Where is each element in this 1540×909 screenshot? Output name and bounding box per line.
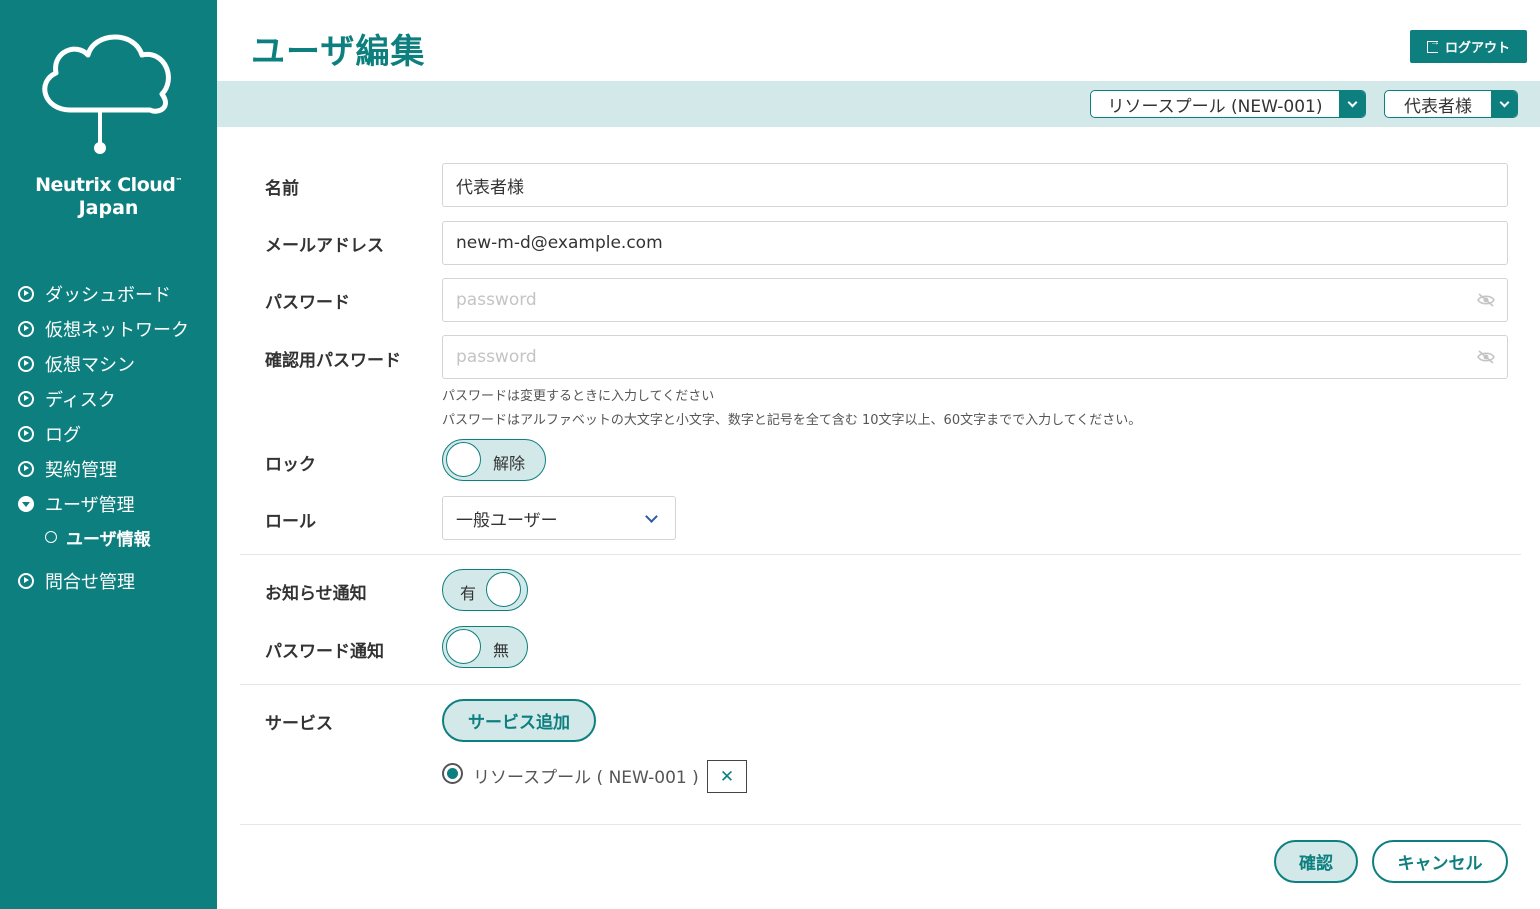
sidebar-item-virtual-machine[interactable]: 仮想マシン [18, 346, 217, 381]
cancel-button[interactable]: キャンセル [1372, 840, 1508, 883]
notice-label: お知らせ通知 [265, 584, 367, 604]
eye-slash-icon[interactable] [1477, 350, 1495, 364]
toggle-knob [486, 572, 521, 607]
logout-icon [1426, 37, 1440, 53]
section-divider [240, 554, 1521, 555]
confirm-password-input[interactable]: password [442, 335, 1508, 379]
email-label: メールアドレス [265, 236, 384, 256]
lock-toggle[interactable]: 解除 [442, 439, 546, 481]
sidebar: Neutrix Cloud™ Japan ダッシュボード 仮想ネットワーク 仮想… [0, 0, 217, 909]
notice-toggle[interactable]: 有 [442, 569, 528, 611]
service-label: サービス [265, 714, 333, 734]
add-service-button[interactable]: サービス追加 [442, 699, 596, 742]
circle-play-icon [18, 355, 34, 372]
name-label: 名前 [265, 179, 299, 199]
confirm-password-label: 確認用パスワード [265, 351, 401, 371]
password-hint-change: パスワードは変更するときに入力してください [442, 389, 715, 404]
sidebar-item-log[interactable]: ログ [18, 416, 217, 451]
circle-play-icon [18, 425, 34, 442]
section-divider [240, 824, 1521, 825]
sidebar-nav: ダッシュボード 仮想ネットワーク 仮想マシン ディスク ログ 契約管理 ユーザ管… [18, 276, 217, 598]
sidebar-subitem-user-info[interactable]: ユーザ情報 [18, 521, 217, 553]
circle-outline-icon [45, 531, 57, 543]
sidebar-item-virtual-network[interactable]: 仮想ネットワーク [18, 311, 217, 346]
page-title: ユーザ編集 [251, 32, 426, 72]
chevron-down-icon [1491, 91, 1517, 117]
sidebar-item-disk[interactable]: ディスク [18, 381, 217, 416]
name-input[interactable]: 代表者様 [442, 163, 1508, 207]
password-input[interactable]: password [442, 278, 1508, 322]
sidebar-item-dashboard[interactable]: ダッシュボード [18, 276, 217, 311]
password-label: パスワード [265, 293, 350, 313]
lock-label: ロック [265, 455, 316, 475]
brand-name: Neutrix Cloud™ [35, 174, 182, 196]
toggle-knob [446, 442, 481, 477]
eye-slash-icon[interactable] [1477, 293, 1495, 307]
circle-play-icon [18, 390, 34, 407]
role-label: ロール [265, 512, 316, 532]
service-item-label: リソースプール ( NEW-001 ) [473, 768, 699, 788]
chevron-down-icon [1339, 91, 1365, 117]
sidebar-item-contract[interactable]: 契約管理 [18, 451, 217, 486]
circle-play-icon [18, 572, 34, 589]
email-input[interactable]: new-m-d@example.com [442, 221, 1508, 265]
brand-region: Japan [78, 197, 139, 219]
section-divider [240, 684, 1521, 685]
service-radio[interactable] [442, 763, 463, 784]
user-select[interactable]: 代表者様 [1384, 90, 1518, 118]
toggle-knob [446, 629, 481, 664]
circle-play-icon [18, 460, 34, 477]
sidebar-item-user-management[interactable]: ユーザ管理 [18, 486, 217, 521]
circle-play-icon [18, 320, 34, 337]
circle-play-icon [18, 285, 34, 302]
password-notice-toggle[interactable]: 無 [442, 626, 528, 668]
chevron-down-icon [645, 510, 658, 523]
remove-service-button[interactable]: ✕ [707, 760, 747, 793]
role-select[interactable]: 一般ユーザー [442, 496, 676, 540]
logout-button[interactable]: ログアウト [1410, 30, 1527, 63]
password-notice-label: パスワード通知 [265, 642, 384, 662]
password-hint-rules: パスワードはアルファベットの大文字と小文字、数字と記号を全て含む 10文字以上、… [442, 413, 1142, 428]
confirm-button[interactable]: 確認 [1274, 840, 1358, 883]
resource-pool-select[interactable]: リソースプール (NEW-001) [1090, 90, 1366, 118]
sidebar-item-inquiry[interactable]: 問合せ管理 [18, 563, 217, 598]
circle-chevron-down-icon [18, 495, 34, 512]
cloud-logo-icon [42, 34, 171, 154]
